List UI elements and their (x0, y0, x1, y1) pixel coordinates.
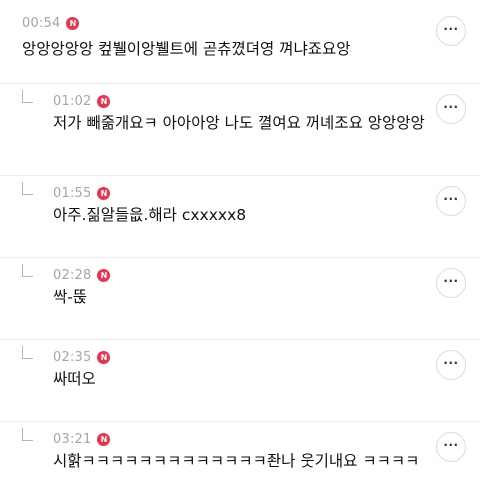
reply-arrow-icon (22, 182, 33, 195)
reply-item: 01:55 N 아주.짊알들읎.해라 cxxxxx8 ··· (0, 176, 480, 258)
reply-arrow-icon (22, 90, 33, 103)
reply-item: 02:35 N 싸떠오 ··· (0, 340, 480, 422)
comment-meta: 00:54 N (22, 16, 80, 31)
more-icon: ··· (443, 356, 459, 370)
new-badge: N (97, 187, 111, 200)
more-options-button[interactable]: ··· (436, 350, 466, 380)
more-options-button[interactable]: ··· (436, 94, 466, 124)
reply-arrow-icon (22, 346, 33, 359)
comment-item: 00:54 N 앙앙앙앙앙 컾뷀이앙뷀트에 곧츄꼈뎌영 껴냐죠요앙 ··· (0, 0, 480, 84)
comment-time: 00:54 (22, 16, 61, 31)
comment-time: 01:02 (53, 94, 92, 109)
comment-text: 저가 빼줆개요ㅋ 아아아앙 나도 껼여요 꺼녜조요 앙앙앙앙 (53, 114, 425, 132)
comment-meta: 02:28 N (53, 268, 111, 283)
new-badge: N (97, 269, 111, 282)
new-badge: N (66, 17, 80, 30)
more-options-button[interactable]: ··· (436, 432, 466, 462)
more-options-button[interactable]: ··· (436, 16, 466, 46)
comment-thread: 00:54 N 앙앙앙앙앙 컾뷀이앙뷀트에 곧츄꼈뎌영 껴냐죠요앙 ··· 01… (0, 0, 480, 480)
comment-time: 02:28 (53, 268, 92, 283)
comment-text: 아주.짊알들읎.해라 cxxxxx8 (53, 206, 247, 224)
more-options-button[interactable]: ··· (436, 268, 466, 298)
reply-arrow-icon (22, 264, 33, 277)
reply-item: 03:21 N 시핡ㅋㅋㅋㅋㅋㅋㅋㅋㅋㅋㅋㅋㅋ좐나 웃기내요 ㅋㅋㅋㅋㅋ ··· (0, 422, 480, 480)
more-icon: ··· (443, 22, 459, 36)
comment-text: 앙앙앙앙앙 컾뷀이앙뷀트에 곧츄꼈뎌영 껴냐죠요앙 (22, 40, 351, 58)
new-badge: N (97, 95, 111, 108)
more-icon: ··· (443, 274, 459, 288)
new-badge: N (97, 433, 111, 446)
more-icon: ··· (443, 100, 459, 114)
comment-meta: 03:21 N (53, 432, 111, 447)
reply-arrow-icon (22, 428, 33, 441)
comment-time: 01:55 (53, 186, 92, 201)
comment-text: 싹-뚡 (53, 288, 88, 306)
more-icon: ··· (443, 438, 459, 452)
more-options-button[interactable]: ··· (436, 186, 466, 216)
comment-meta: 01:02 N (53, 94, 111, 109)
more-icon: ··· (443, 192, 459, 206)
comment-meta: 02:35 N (53, 350, 111, 365)
comment-time: 02:35 (53, 350, 92, 365)
new-badge: N (97, 351, 111, 364)
comment-text: 시핡ㅋㅋㅋㅋㅋㅋㅋㅋㅋㅋㅋㅋㅋ좐나 웃기내요 ㅋㅋㅋㅋㅋ (53, 452, 420, 480)
reply-item: 01:02 N 저가 빼줆개요ㅋ 아아아앙 나도 껼여요 꺼녜조요 앙앙앙앙 ·… (0, 84, 480, 176)
comment-time: 03:21 (53, 432, 92, 447)
reply-item: 02:28 N 싹-뚡 ··· (0, 258, 480, 340)
comment-meta: 01:55 N (53, 186, 111, 201)
comment-text: 싸떠오 (53, 370, 96, 388)
